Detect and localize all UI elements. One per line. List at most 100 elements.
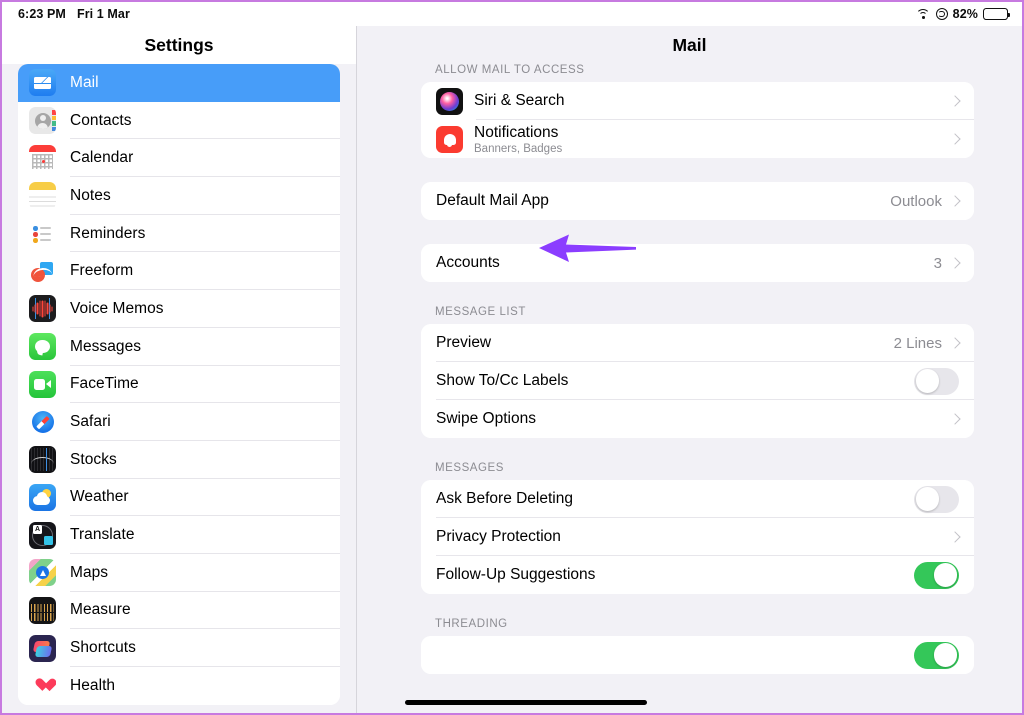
toggle-switch[interactable] (914, 368, 959, 395)
page-title: Mail (357, 26, 1022, 64)
status-bar-date: Fri 1 Mar (77, 7, 130, 21)
row-texts: NotificationsBanners, Badges (474, 123, 562, 155)
chevron-right-icon[interactable] (949, 337, 960, 348)
row-texts: Accounts (436, 253, 500, 272)
settings-sidebar: Settings Mail Contacts Calendar Notes Remind… (2, 26, 357, 713)
sidebar-item-mail[interactable]: Mail (18, 64, 340, 102)
shortcuts-app-icon (29, 635, 56, 662)
reminders-app-icon (29, 220, 56, 247)
row-title: Follow-Up Suggestions (436, 565, 595, 584)
stocks-app-icon (29, 446, 56, 473)
row-accessory (914, 642, 959, 669)
row-accessory: 3 (934, 255, 959, 272)
sidebar-item-facetime[interactable]: FaceTime (18, 366, 340, 404)
row-title: Show To/Cc Labels (436, 371, 568, 390)
sidebar-item-translate[interactable]: ATranslate (18, 516, 340, 554)
mail-app-icon (29, 69, 56, 96)
row-subtitle: Banners, Badges (474, 143, 562, 155)
sidebar-item-calendar[interactable]: Calendar (18, 139, 340, 177)
status-bar-right: 82% (916, 7, 1008, 21)
section-gap (421, 158, 974, 182)
section-gap (421, 594, 974, 618)
section-header: THREADING (421, 618, 974, 636)
sidebar-item-weather[interactable]: Weather (18, 479, 340, 517)
siri-icon (436, 88, 463, 115)
settings-row-follow-up-suggestions[interactable]: Follow-Up Suggestions (421, 556, 974, 594)
row-accessory (914, 486, 959, 513)
settings-row-preview[interactable]: Preview 2 Lines (421, 324, 974, 362)
calendar-app-icon (29, 145, 56, 172)
sidebar-item-voice-memos[interactable]: Voice Memos (18, 290, 340, 328)
status-bar: 6:23 PM Fri 1 Mar 82% (2, 2, 1022, 26)
notifications-icon (436, 126, 463, 153)
settings-row-notifications[interactable]: NotificationsBanners, Badges (421, 120, 974, 158)
settings-group-card: Siri & Search NotificationsBanners, Badge… (421, 82, 974, 158)
voice-memos-app-icon (29, 295, 56, 322)
row-title: Preview (436, 333, 491, 352)
health-app-icon (29, 672, 56, 699)
chevron-right-icon[interactable] (949, 95, 960, 106)
safari-app-icon (29, 409, 56, 436)
sidebar-item-contacts[interactable]: Contacts (18, 102, 340, 140)
settings-group-card: Preview 2 Lines Show To/Cc Labels Swipe Opt… (421, 324, 974, 438)
settings-row-threading-item[interactable] (421, 636, 974, 674)
sidebar-item-stocks[interactable]: Stocks (18, 441, 340, 479)
contacts-app-icon (29, 107, 56, 134)
sidebar-item-messages[interactable]: Messages (18, 328, 340, 366)
sidebar-item-label: Voice Memos (70, 300, 164, 318)
settings-group-card: Default Mail AppOutlook (421, 182, 974, 220)
settings-row-ask-before-deleting[interactable]: Ask Before Deleting (421, 480, 974, 518)
row-title: Notifications (474, 123, 562, 142)
sidebar-item-label: Safari (70, 413, 111, 431)
chevron-right-icon[interactable] (949, 257, 960, 268)
chevron-right-icon[interactable] (949, 133, 960, 144)
sidebar-item-label: Measure (70, 601, 131, 619)
row-texts: Siri & Search (474, 91, 564, 110)
row-title: Privacy Protection (436, 527, 561, 546)
chevron-right-icon[interactable] (949, 413, 960, 424)
detail-pane: Mail ALLOW MAIL TO ACCESS Siri & Search No… (357, 26, 1022, 713)
sidebar-item-notes[interactable]: Notes (18, 177, 340, 215)
sidebar-item-label: Notes (70, 187, 111, 205)
sidebar-item-label: Stocks (70, 451, 117, 469)
sidebar-item-label: Health (70, 677, 115, 695)
sidebar-item-measure[interactable]: Measure (18, 592, 340, 630)
row-title: Siri & Search (474, 91, 564, 110)
row-accessory (914, 562, 959, 589)
section-header: MESSAGES (421, 462, 974, 480)
settings-row-show-to-cc-labels[interactable]: Show To/Cc Labels (421, 362, 974, 400)
battery-icon (983, 8, 1008, 20)
row-title: Accounts (436, 253, 500, 272)
toggle-switch[interactable] (914, 562, 959, 589)
freeform-app-icon (29, 258, 56, 285)
sidebar-item-reminders[interactable]: Reminders (18, 215, 340, 253)
chevron-right-icon[interactable] (949, 531, 960, 542)
sidebar-item-freeform[interactable]: Freeform (18, 252, 340, 290)
row-accessory: 2 Lines (894, 335, 959, 352)
section-gap (421, 282, 974, 306)
sidebar-item-shortcuts[interactable]: Shortcuts (18, 629, 340, 667)
section-header: ALLOW MAIL TO ACCESS (421, 64, 974, 82)
settings-row-siri-search[interactable]: Siri & Search (421, 82, 974, 120)
toggle-switch[interactable] (914, 486, 959, 513)
sidebar-item-maps[interactable]: Maps (18, 554, 340, 592)
ipad-settings-screen: 6:23 PM Fri 1 Mar 82% Settings Mail Conta… (0, 0, 1024, 715)
sidebar-item-health[interactable]: Health (18, 667, 340, 705)
sidebar-item-label: Mail (70, 74, 99, 92)
toggle-switch[interactable] (914, 642, 959, 669)
settings-row-swipe-options[interactable]: Swipe Options (421, 400, 974, 438)
settings-group-card (421, 636, 974, 674)
sidebar-item-label: Calendar (70, 149, 133, 167)
sidebar-item-safari[interactable]: Safari (18, 403, 340, 441)
row-accessory (951, 415, 959, 423)
settings-row-accounts[interactable]: Accounts 3 (421, 244, 974, 282)
sidebar-title: Settings (2, 26, 356, 64)
chevron-right-icon[interactable] (949, 195, 960, 206)
row-texts: Privacy Protection (436, 527, 561, 546)
sidebar-item-label: Reminders (70, 225, 145, 243)
settings-row-privacy-protection[interactable]: Privacy Protection (421, 518, 974, 556)
settings-row-default-mail-app[interactable]: Default Mail AppOutlook (421, 182, 974, 220)
row-title: Swipe Options (436, 409, 536, 428)
row-texts: Default Mail App (436, 191, 549, 210)
row-title: Default Mail App (436, 191, 549, 210)
